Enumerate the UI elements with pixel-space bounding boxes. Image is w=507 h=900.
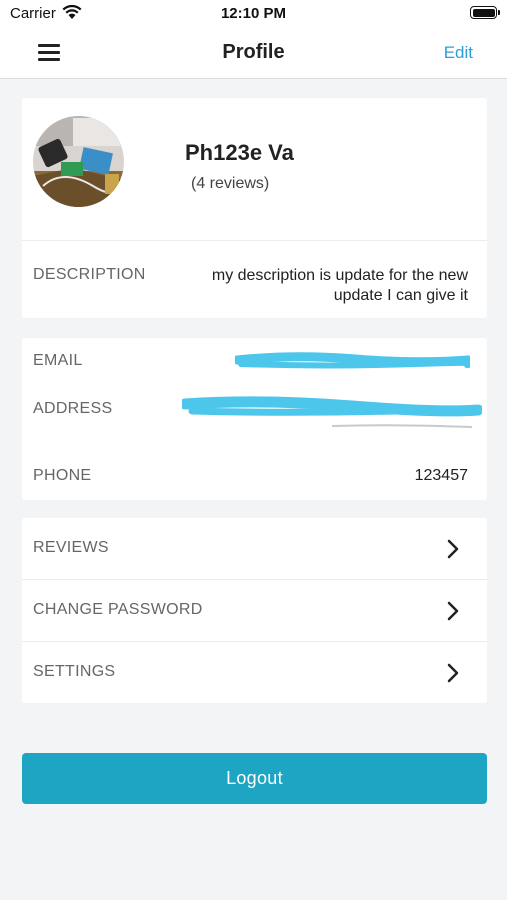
chevron-right-icon xyxy=(447,601,459,621)
description-value: my description is update for the new upd… xyxy=(211,267,468,304)
email-redaction-scribble xyxy=(235,352,470,369)
menu-item-settings[interactable]: SETTINGS xyxy=(22,642,487,704)
avatar xyxy=(33,116,124,207)
description-label: DESCRIPTION xyxy=(33,266,146,283)
logout-button[interactable]: Logout xyxy=(22,753,487,804)
chevron-right-icon xyxy=(447,663,459,683)
menu-item-label: SETTINGS xyxy=(33,663,116,680)
clock: 12:10 PM xyxy=(220,5,287,22)
battery-icon xyxy=(470,6,500,19)
chevron-right-icon xyxy=(447,539,459,559)
edit-button[interactable]: Edit xyxy=(444,43,473,63)
menu-item-reviews[interactable]: REVIEWS xyxy=(22,518,487,580)
menu-card: REVIEWS CHANGE PASSWORD SETTINGS xyxy=(22,518,487,703)
page-title: Profile xyxy=(222,41,285,63)
divider xyxy=(22,240,487,241)
address-label: ADDRESS xyxy=(33,400,113,417)
review-count: (4 reviews) xyxy=(191,175,270,192)
menu-item-label: REVIEWS xyxy=(33,539,109,556)
phone-label: PHONE xyxy=(33,467,92,484)
phone-value: 123457 xyxy=(414,467,468,484)
profile-name: Ph123e Va xyxy=(185,140,294,165)
contact-card: EMAIL ADDRESS PHONE 123457 xyxy=(22,338,487,500)
profile-card: Ph123e Va (4 reviews) DESCRIPTION my des… xyxy=(22,98,487,318)
email-label: EMAIL xyxy=(33,352,83,369)
menu-item-label: CHANGE PASSWORD xyxy=(33,601,203,618)
status-bar: Carrier 12:10 PM xyxy=(0,0,507,28)
address-redaction-scribble xyxy=(182,396,482,428)
menu-item-change-password[interactable]: CHANGE PASSWORD xyxy=(22,580,487,642)
navigation-bar: Profile Edit xyxy=(0,28,507,79)
